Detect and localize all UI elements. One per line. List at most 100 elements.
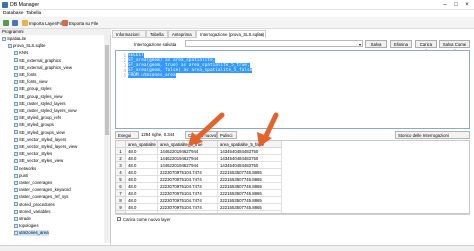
tree-item[interactable]: raster_coverages_ref_sys [14, 194, 68, 200]
table-icon [14, 209, 18, 214]
grid-cell[interactable]: 1446220194627944 [158, 148, 218, 155]
grid-cell[interactable]: 48.0 [126, 197, 158, 204]
tree-item-label: SE_vector_styles_view [19, 158, 64, 164]
tree-scroll-thumb[interactable] [105, 45, 109, 135]
tree-item[interactable]: topologies [14, 223, 39, 229]
tree-item[interactable]: prova_SLS.sqlite [8, 43, 46, 49]
maximize-icon[interactable]: □ [451, 1, 461, 9]
history-button[interactable]: Storico delle Interrogazioni [395, 131, 470, 139]
grid-cell[interactable]: 2221553507745.8865 [218, 204, 282, 211]
row-number[interactable]: 7 [116, 190, 126, 197]
grid-cell[interactable]: 1434540484483750 [218, 155, 282, 162]
row-number[interactable]: 4 [116, 169, 126, 176]
minimize-icon[interactable]: – [440, 1, 450, 9]
grid-cell[interactable]: 2223070975104.7474 [158, 190, 218, 197]
table-icon [14, 101, 18, 106]
import-label: Importa Layer/File [29, 20, 65, 26]
tree-item[interactable]: stored_variables [14, 209, 51, 215]
tab-tabella[interactable]: Tabella [146, 30, 168, 38]
grid-cell[interactable]: 2223070975104.7474 [158, 176, 218, 183]
tree-item[interactable]: KNN [14, 50, 28, 56]
row-number[interactable]: 1 [116, 148, 126, 155]
tree-item[interactable]: SE_styled_groups [14, 122, 54, 128]
grid-cell[interactable]: 48.0 [126, 190, 158, 197]
load-layer-checkbox[interactable] [117, 217, 121, 221]
tree-item[interactable]: stored_procedures [14, 202, 55, 208]
code-line: FROM utmzones_area [128, 73, 176, 78]
tree-item[interactable]: SE_group_styles_view [14, 94, 62, 100]
grid-cell[interactable]: 48.0 [126, 176, 158, 183]
grid-cell[interactable]: 2221553507745.8865 [218, 190, 282, 197]
grid-cell[interactable]: 1434540484483750 [218, 148, 282, 155]
tree-item[interactable]: SE_vector_styled_layers_view [14, 144, 77, 150]
sql-editor[interactable]: 1 SELECT 2 ST_area(geom) as area_spatialite… [115, 50, 470, 129]
menu-database[interactable]: Database [3, 11, 24, 16]
tree-item[interactable]: SE_raster_styled_layers [14, 101, 66, 107]
tree-scrollbar[interactable] [104, 35, 110, 243]
grid-cell[interactable]: 2223070975104.7474 [158, 169, 218, 176]
tree-item[interactable]: SE_external_graphics [14, 58, 61, 64]
tree-item[interactable]: utmzones_area [14, 230, 49, 236]
grid-cell[interactable]: 1446220194627944 [158, 155, 218, 162]
import-button[interactable]: Importa Layer/File [22, 19, 64, 27]
tab-anteprima[interactable]: Anteprima [168, 30, 196, 38]
tree-item-label: topologies [19, 223, 39, 229]
tree-item[interactable]: SE_fonts [14, 72, 36, 78]
tree-item[interactable]: SE_group_styles [14, 86, 52, 92]
save-query-button[interactable]: Salva [365, 40, 387, 48]
grid-cell[interactable]: 2221553507745.8865 [218, 169, 282, 176]
tree-item[interactable]: punti [14, 173, 28, 179]
tree-item[interactable]: raster_coverages [14, 180, 52, 186]
menu-tabella[interactable]: Tabella [26, 11, 41, 16]
delete-query-button[interactable]: Elimina [390, 40, 412, 48]
row-number[interactable]: 6 [116, 183, 126, 190]
grid-cell[interactable]: 48.0 [126, 204, 158, 211]
grid-cell[interactable]: 2223070975104.7474 [158, 183, 218, 190]
close-tab-icon[interactable]: x [261, 31, 263, 38]
table-icon [14, 65, 18, 70]
tree-item[interactable]: SE_styled_group_refs [14, 115, 61, 121]
close-icon[interactable]: × [462, 1, 472, 9]
grid-cell[interactable]: 2221553507745.8865 [218, 183, 282, 190]
grid-cell[interactable]: 48.0 [126, 162, 158, 169]
grid-cell[interactable]: 1434540484483750 [218, 162, 282, 169]
grid-cell[interactable]: 2223070975104.7474 [158, 204, 218, 211]
grid-cell[interactable]: 2221553507745.8865 [218, 176, 282, 183]
tree-item-label: punti [19, 172, 29, 178]
tree-item[interactable]: SE_styled_groups_view [14, 130, 65, 136]
row-number[interactable]: 2 [116, 155, 126, 162]
row-number[interactable]: 8 [116, 197, 126, 204]
load-file-button[interactable]: Carica File [415, 40, 437, 54]
tree-item[interactable]: SE_vector_styles_view [14, 158, 63, 164]
tree-item[interactable]: networks [14, 166, 36, 172]
tree-item[interactable]: SE_external_graphics_view [14, 65, 72, 71]
save-as-file-button[interactable]: Salva Come File [439, 40, 470, 54]
tab-interrogazione[interactable]: Interrogazione (prova_SLS.sqlite) x [196, 30, 266, 38]
tab-informazioni[interactable]: Informazioni [112, 30, 146, 38]
tree-item[interactable]: SE_raster_styled_layers_view [14, 108, 77, 114]
refresh-button[interactable] [3, 19, 9, 27]
tree-item[interactable]: raster_coverages_keyword [14, 187, 71, 193]
row-number[interactable]: 5 [116, 176, 126, 183]
row-number[interactable]: 3 [116, 162, 126, 169]
execute-button[interactable]: Esegui [115, 131, 139, 139]
grid-cell[interactable]: 1446220194627944 [158, 162, 218, 169]
grid-cell[interactable]: 48.0 [126, 169, 158, 176]
column-header[interactable]: area_spatialite [126, 141, 158, 148]
grid-cell[interactable]: 48.0 [126, 148, 158, 155]
row-number[interactable]: 9 [116, 204, 126, 211]
tree-item[interactable]: SpatiaLite [2, 36, 26, 42]
tree-item[interactable]: SE_vector_styles [14, 151, 52, 157]
grid-cell[interactable]: 2223070975104.7474 [158, 197, 218, 204]
sql-window-button[interactable] [12, 19, 18, 27]
export-button[interactable]: Esporta su File [62, 19, 98, 27]
results-grid: area_spatialite area_spatialite_5_true a… [115, 140, 470, 214]
grid-cell[interactable]: 2221553507745.8865 [218, 197, 282, 204]
grid-cell[interactable]: 48.0 [126, 155, 158, 162]
saved-query-combo[interactable]: ▾ [185, 40, 363, 47]
tree-item[interactable]: SE_vector_styled_layers [14, 137, 66, 143]
tree-item[interactable]: strade [14, 216, 31, 222]
grid-cell[interactable]: 48.0 [126, 183, 158, 190]
tree-item[interactable]: SE_fonts_view [14, 79, 47, 85]
chevron-down-icon: ▾ [358, 42, 361, 47]
